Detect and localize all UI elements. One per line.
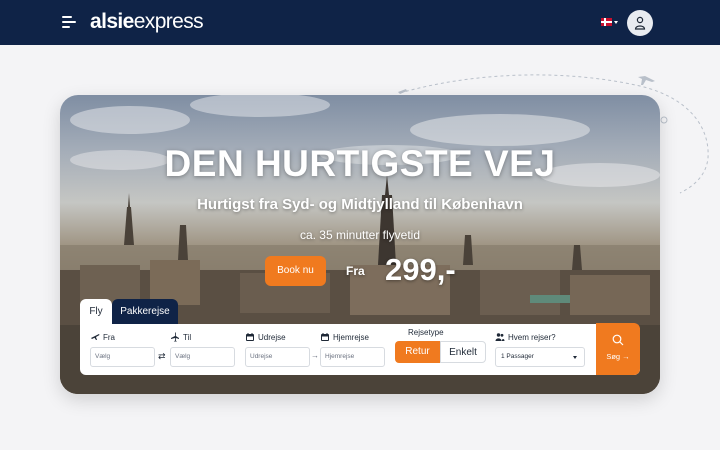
flight-time-text: ca. 35 minutter flyvetid [299,228,421,242]
hero-title: DEN HURTIGSTE VEJ [164,143,556,184]
calendar-icon [246,333,254,341]
logo-light-text: express [133,10,204,33]
passengers-label: Hvem rejser? [508,333,556,342]
flight-search-panel: Fra Vælg ⇄ Til Vælg Udrejse Udrejse → Hj… [80,323,640,375]
airplane-icon [398,89,407,94]
return-label: Hjemrejse [333,333,370,342]
from-label: Fra [103,333,115,342]
calendar-icon [321,333,329,341]
swap-icon[interactable]: ⇄ [158,351,166,362]
menu-icon[interactable] [62,15,78,29]
logo-bold-text: alsie [90,10,134,33]
search-button-label: Søg → [606,352,630,361]
search-icon [612,334,624,346]
people-icon [495,333,505,341]
book-now-button[interactable]: Book nu [265,256,326,286]
hero-subtitle: Hurtigst fra Syd- og Midtjylland til Køb… [197,196,523,213]
alsie-express-logo[interactable]: alsieexpress [90,9,204,35]
return-input[interactable]: Hjemrejse [320,347,385,367]
trip-type-oneway-option[interactable]: Enkelt [440,341,486,363]
tab-fly[interactable]: Fly [80,299,112,324]
airplane-icon [638,76,655,85]
tab-pakkerejse[interactable]: Pakkerejse [112,299,178,324]
plane-landing-icon [171,332,179,342]
price-prefix: Fra [346,264,365,278]
price-value: 299,- [385,252,456,287]
language-selector[interactable] [601,18,619,28]
chevron-down-icon [614,21,618,24]
departure-input[interactable]: Udrejse [245,347,310,367]
top-navigation-bar: alsieexpress [0,0,720,45]
arrow-right-icon: → [311,351,319,360]
trip-type-label: Rejsetype [408,328,444,337]
chevron-down-icon [573,356,577,359]
user-account-button[interactable] [627,10,653,36]
hero-banner: DEN HURTIGSTE VEJ Hurtigst fra Syd- og M… [60,95,660,394]
departure-label: Udrejse [258,333,286,342]
location-pin-icon [660,116,668,124]
passengers-value: 1 Passager [501,353,534,360]
plane-takeoff-icon [91,334,100,340]
trip-type-return-option[interactable]: Retur [395,341,440,363]
from-input[interactable]: Vælg [90,347,155,367]
dk-flag-icon [601,18,612,26]
user-icon [634,16,646,30]
to-input[interactable]: Vælg [170,347,235,367]
to-label: Til [183,333,192,342]
passengers-select[interactable]: 1 Passager [495,347,585,367]
search-button[interactable]: Søg → [596,323,640,375]
